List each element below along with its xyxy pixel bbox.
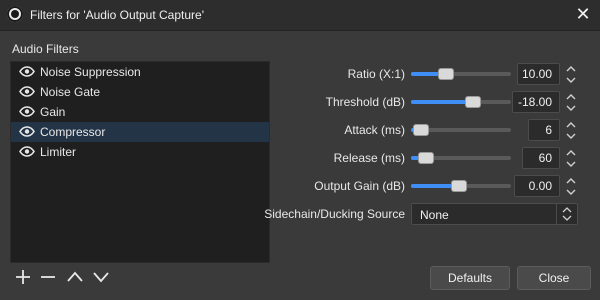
threshold-label: Threshold (dB) xyxy=(325,95,405,109)
slider-handle[interactable] xyxy=(438,68,454,80)
spin-down-icon[interactable] xyxy=(564,130,578,141)
output-gain-slider[interactable] xyxy=(411,180,511,192)
attack-row: Attack (ms) 6 xyxy=(0,119,600,141)
remove-icon xyxy=(41,276,55,278)
move-down-icon xyxy=(93,272,109,283)
slider-fill xyxy=(411,100,473,104)
remove-filter-button[interactable] xyxy=(37,266,59,288)
select-arrows-icon[interactable] xyxy=(556,204,577,224)
sidechain-label: Sidechain/Ducking Source xyxy=(264,207,405,221)
close-icon[interactable]: ✕ xyxy=(574,5,592,23)
defaults-button[interactable]: Defaults xyxy=(430,266,510,290)
slider-handle[interactable] xyxy=(465,96,481,108)
close-button[interactable]: Close xyxy=(517,266,591,290)
output-gain-label: Output Gain (dB) xyxy=(314,179,405,193)
output-gain-value-input[interactable]: 0.00 xyxy=(514,175,560,197)
release-label: Release (ms) xyxy=(333,151,405,165)
spin-up-icon[interactable] xyxy=(564,175,578,186)
ratio-value-input[interactable]: 10.00 xyxy=(517,63,560,85)
spin-up-icon[interactable] xyxy=(564,91,578,102)
obs-logo-icon xyxy=(7,6,23,22)
spin-up-icon[interactable] xyxy=(564,147,578,158)
move-up-icon xyxy=(67,271,83,282)
spin-down-icon[interactable] xyxy=(564,186,578,197)
sidechain-select[interactable]: None xyxy=(411,203,578,225)
release-slider[interactable] xyxy=(411,152,511,164)
attack-slider[interactable] xyxy=(411,124,511,136)
release-value-input[interactable]: 60 xyxy=(522,147,560,169)
slider-handle[interactable] xyxy=(418,152,434,164)
sidechain-row: Sidechain/Ducking Source None xyxy=(0,203,600,225)
threshold-slider[interactable] xyxy=(411,96,511,108)
move-down-button[interactable] xyxy=(90,266,112,288)
ratio-slider[interactable] xyxy=(411,68,511,80)
filters-window: Filters for 'Audio Output Capture' ✕ Aud… xyxy=(0,0,600,300)
move-up-button[interactable] xyxy=(64,266,86,288)
spin-up-icon[interactable] xyxy=(564,63,578,74)
ratio-row: Ratio (X:1) 10.00 xyxy=(0,63,600,85)
ratio-spinner[interactable] xyxy=(564,63,578,85)
spin-up-icon[interactable] xyxy=(564,119,578,130)
attack-value-input[interactable]: 6 xyxy=(528,119,560,141)
ratio-label: Ratio (X:1) xyxy=(347,67,405,81)
spin-down-icon[interactable] xyxy=(564,158,578,169)
spin-down-icon[interactable] xyxy=(564,74,578,85)
slider-handle[interactable] xyxy=(451,180,467,192)
output-gain-spinner[interactable] xyxy=(564,175,578,197)
slider-handle[interactable] xyxy=(413,124,429,136)
add-filter-button[interactable] xyxy=(12,266,34,288)
add-icon xyxy=(16,270,30,284)
attack-spinner[interactable] xyxy=(564,119,578,141)
threshold-row: Threshold (dB) -18.00 xyxy=(0,91,600,113)
audio-filters-label: Audio Filters xyxy=(12,42,79,56)
window-title: Filters for 'Audio Output Capture' xyxy=(30,8,204,22)
output-gain-row: Output Gain (dB) 0.00 xyxy=(0,175,600,197)
attack-label: Attack (ms) xyxy=(344,123,405,137)
sidechain-value: None xyxy=(420,208,449,222)
threshold-value-input[interactable]: -18.00 xyxy=(512,91,560,113)
threshold-spinner[interactable] xyxy=(564,91,578,113)
spin-down-icon[interactable] xyxy=(564,102,578,113)
release-row: Release (ms) 60 xyxy=(0,147,600,169)
release-spinner[interactable] xyxy=(564,147,578,169)
title-bar: Filters for 'Audio Output Capture' ✕ xyxy=(0,0,600,31)
